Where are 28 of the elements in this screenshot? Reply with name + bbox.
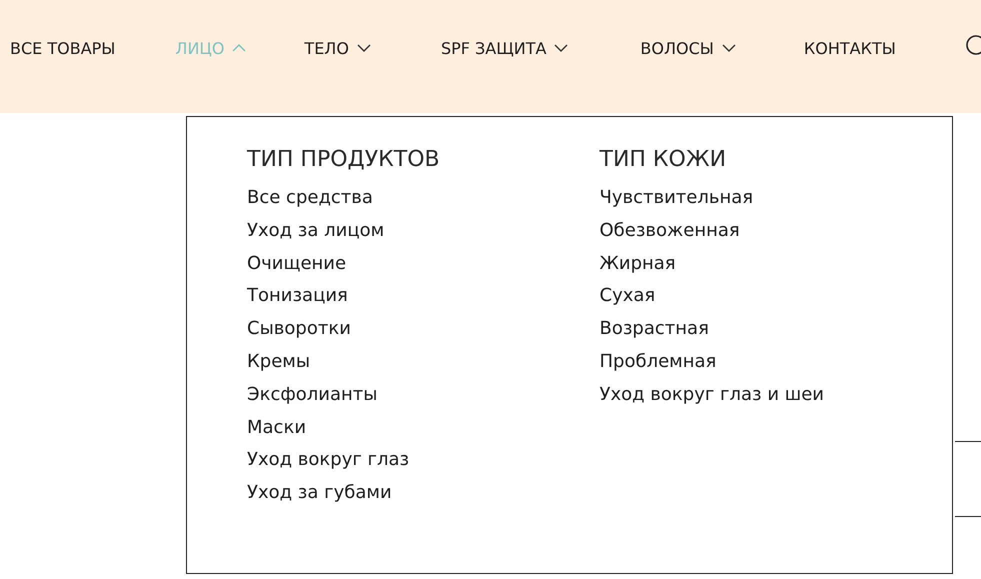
nav-link[interactable]: SPF ЗАЩИТА	[440, 38, 568, 58]
menu-link[interactable]: Уход за лицом	[247, 214, 384, 248]
menu-link[interactable]: Уход вокруг глаз	[247, 444, 410, 478]
menu-link[interactable]: Все средства	[247, 182, 373, 215]
menu-link[interactable]: Сыворотки	[247, 313, 351, 346]
column-heading: ТИП ПРОДУКТОВ	[247, 147, 441, 172]
menu-link[interactable]: Уход вокруг глаз и шеи	[600, 378, 824, 412]
menu-link[interactable]: Уход за губами	[247, 477, 392, 510]
nav-link[interactable]: ВОЛОСЫ	[640, 38, 736, 58]
nav-link[interactable]: ВСЕ ТОВАРЫ	[10, 38, 116, 58]
nav-link[interactable]: КОНТАКТЫ	[804, 38, 896, 58]
menu-link[interactable]: Тонизация	[247, 280, 348, 314]
chevron-icon	[356, 44, 371, 52]
nav-link[interactable]: ТЕЛО	[304, 38, 371, 58]
column-heading: ТИП КОЖИ	[600, 147, 728, 172]
menu-link[interactable]: Эксфолианты	[247, 378, 378, 412]
menu-link[interactable]: Обезвоженная	[600, 214, 740, 248]
menu-link[interactable]: Маски	[247, 412, 306, 444]
chevron-icon	[554, 44, 568, 52]
menu-link[interactable]: Чувствительная	[600, 182, 754, 215]
chevron-icon	[232, 44, 246, 52]
menu-link[interactable]: Сухая	[600, 280, 656, 314]
menu-link[interactable]: Кремы	[247, 346, 310, 379]
menu-link[interactable]: Жирная	[600, 248, 676, 280]
chevron-icon	[722, 44, 736, 52]
menu-link[interactable]: Возрастная	[600, 313, 709, 346]
menu-link[interactable]: Очищение	[247, 248, 346, 280]
menu-link[interactable]: Проблемная	[600, 346, 716, 379]
